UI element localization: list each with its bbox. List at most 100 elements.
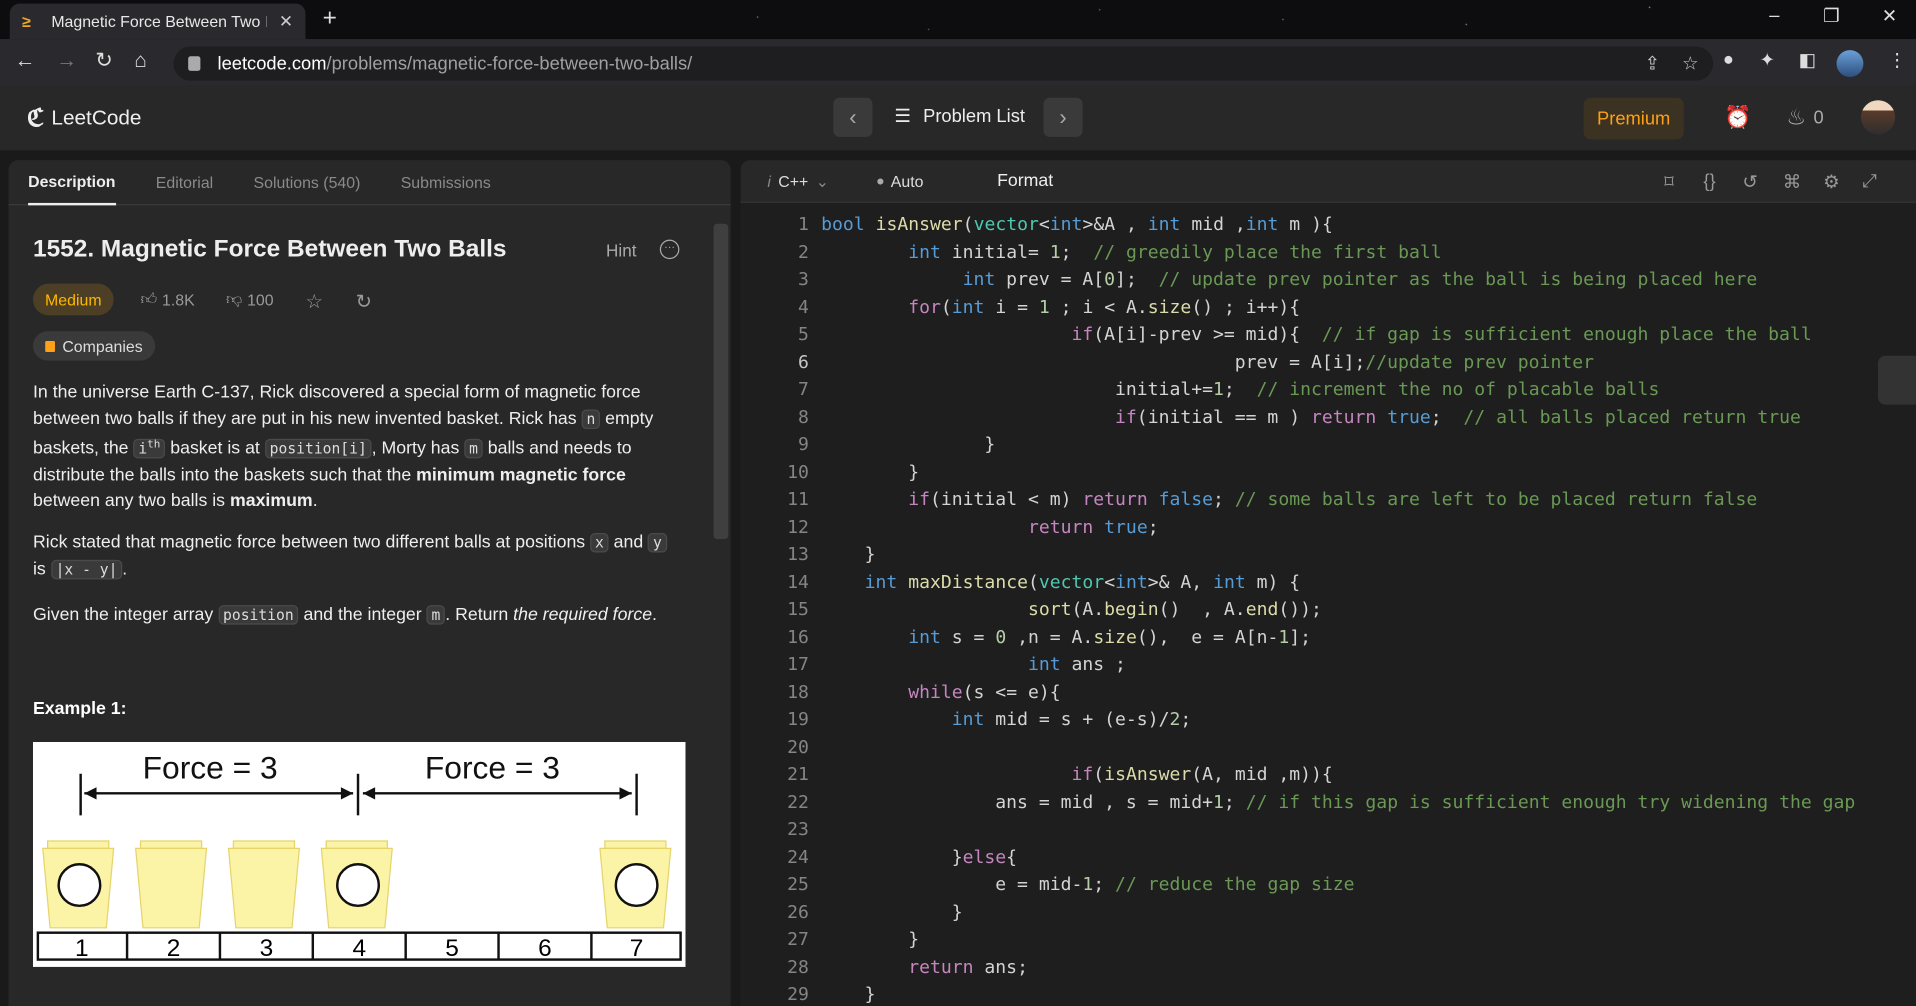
code-line[interactable]: ans = mid , s = mid+1; // if this gap is… xyxy=(821,792,1855,813)
code-line[interactable]: bool isAnswer(vector<int>&A , int mid ,i… xyxy=(821,214,1333,235)
sidepanel-icon[interactable]: ◧ xyxy=(1799,49,1816,71)
position-label: 5 xyxy=(445,935,459,962)
line-number: 29 xyxy=(787,984,809,1005)
braces-icon[interactable]: {} xyxy=(1703,171,1715,192)
lock-icon xyxy=(188,56,201,71)
premium-button[interactable]: Premium xyxy=(1583,97,1684,140)
minimize-icon[interactable]: – xyxy=(1769,5,1779,26)
puzzle-icon[interactable]: ✦ xyxy=(1760,49,1775,71)
problem-list-button[interactable]: ☰ Problem List xyxy=(894,105,1025,127)
line-number: 2 xyxy=(797,241,809,263)
tab-description[interactable]: Description xyxy=(28,160,116,205)
position-label: 7 xyxy=(630,935,644,962)
streak-counter[interactable]: ♨ 0 xyxy=(1786,105,1823,131)
user-avatar[interactable] xyxy=(1860,100,1896,135)
browser-tab[interactable]: ≥ Magnetic Force Between Two Bal ✕ xyxy=(9,3,306,40)
code-line[interactable]: for(int i = 1 ; i < A.size() ; i++){ xyxy=(821,296,1300,317)
code-line[interactable]: } xyxy=(821,544,876,565)
code-line[interactable]: int prev = A[0]; // update prev pointer … xyxy=(821,269,1758,290)
line-number: 5 xyxy=(797,323,809,345)
address-bar[interactable]: leetcode.com/problems/magnetic-force-bet… xyxy=(173,46,1714,81)
tab-submissions[interactable]: Submissions xyxy=(401,160,491,205)
code-line[interactable]: } xyxy=(821,434,995,455)
back-icon[interactable]: ← xyxy=(15,49,36,73)
hint-button[interactable]: Hint xyxy=(606,241,636,261)
reload-icon[interactable]: ↻ xyxy=(95,49,112,73)
line-number: 22 xyxy=(787,791,809,813)
description-scrollbar-thumb[interactable] xyxy=(713,223,729,540)
auto-mode-toggle[interactable]: Auto xyxy=(877,172,923,191)
favorite-star-icon[interactable]: ☆ xyxy=(305,290,323,314)
home-icon[interactable]: ⌂ xyxy=(134,49,147,73)
bookmark-icon[interactable]: ⌑ xyxy=(1664,171,1673,193)
close-tab-icon[interactable]: ✕ xyxy=(279,11,293,32)
basket-7 xyxy=(599,840,672,929)
code-line[interactable]: while(s <= e){ xyxy=(821,681,1060,702)
code-line[interactable]: } xyxy=(821,929,919,950)
bookmark-star-icon[interactable]: ☆ xyxy=(1682,53,1698,75)
forward-icon[interactable]: → xyxy=(56,49,77,73)
code-line[interactable]: prev = A[i];//update prev pointer xyxy=(821,351,1594,372)
tab-editorial[interactable]: Editorial xyxy=(156,160,213,205)
problem-list-label: Problem List xyxy=(923,105,1025,127)
prev-problem-button[interactable]: ‹ xyxy=(833,97,873,137)
line-number: 6 xyxy=(797,351,809,373)
new-tab-icon[interactable]: + xyxy=(323,5,337,33)
position-label: 1 xyxy=(75,935,89,962)
line-number: 11 xyxy=(787,488,809,510)
next-problem-button[interactable]: › xyxy=(1043,97,1083,137)
notes-side-tab[interactable] xyxy=(1878,355,1916,405)
share-link-icon[interactable]: ↻ xyxy=(356,290,372,314)
code-line[interactable]: } xyxy=(821,984,876,1005)
leetcode-logo[interactable]: ℭ LeetCode xyxy=(27,103,142,134)
basket-1 xyxy=(42,840,115,929)
basket-3 xyxy=(227,840,301,929)
tab-solutions[interactable]: Solutions (540) xyxy=(254,160,361,205)
code-line[interactable]: if(isAnswer(A, mid ,m)){ xyxy=(821,764,1332,785)
extension-icon[interactable]: ● xyxy=(1723,49,1734,70)
code-line[interactable]: int mid = s + (e-s)/2; xyxy=(821,709,1192,730)
code-line[interactable]: if(A[i]-prev >= mid){ // if gap is suffi… xyxy=(821,324,1811,345)
line-number: 8 xyxy=(797,406,809,428)
code-line[interactable]: int ans ; xyxy=(821,654,1126,675)
line-number: 27 xyxy=(787,929,809,950)
share-icon[interactable]: ⇪ xyxy=(1645,53,1660,75)
code-line[interactable]: sort(A.begin() , A.end()); xyxy=(821,599,1322,620)
expand-icon[interactable]: ⤢ xyxy=(1862,171,1877,192)
code-line[interactable]: return true; xyxy=(821,516,1159,537)
alarm-clock-icon[interactable]: ⏰ xyxy=(1724,105,1751,131)
fire-icon: ♨ xyxy=(1786,105,1807,130)
dislike-button[interactable]: 👎︎ 100 xyxy=(226,290,274,310)
code-line[interactable]: initial+=1; // increment the no of placa… xyxy=(821,379,1659,400)
line-number: 19 xyxy=(787,708,809,730)
line-number: 15 xyxy=(787,598,809,620)
lock-icon xyxy=(45,340,55,352)
streak-count: 0 xyxy=(1813,107,1824,129)
code-line[interactable]: int s = 0 ,n = A.size(), e = A[n-1]; xyxy=(821,626,1311,647)
code-line[interactable]: e = mid-1; // reduce the gap size xyxy=(821,874,1354,895)
more-options-icon[interactable]: ··· xyxy=(659,239,680,260)
code-line[interactable]: } xyxy=(821,902,963,923)
code-line[interactable]: if(initial == m ) return true; // all ba… xyxy=(821,406,1801,427)
description-panel: Description Editorial Solutions (540) Su… xyxy=(8,160,731,1006)
language-select[interactable]: i C++ ⌄ xyxy=(767,172,829,192)
like-button[interactable]: 👍︎ 1.8K xyxy=(141,290,195,310)
close-window-icon[interactable]: ✕ xyxy=(1882,5,1897,27)
code-line[interactable]: if(initial < m) return false; // some ba… xyxy=(821,489,1757,510)
reset-icon[interactable]: ↺ xyxy=(1742,171,1757,193)
code-line[interactable]: } xyxy=(821,461,919,482)
profile-avatar[interactable] xyxy=(1836,50,1864,78)
code-line[interactable]: }else{ xyxy=(821,847,1017,868)
restore-icon[interactable]: ❐ xyxy=(1823,5,1839,27)
line-number: 17 xyxy=(787,653,809,675)
companies-tag[interactable]: Companies xyxy=(32,331,155,361)
shortcut-icon[interactable]: ⌘ xyxy=(1783,171,1801,193)
line-number: 7 xyxy=(797,378,809,400)
code-line[interactable]: int initial= 1; // greedily place the fi… xyxy=(821,241,1441,262)
code-line[interactable]: int maxDistance(vector<int>& A, int m) { xyxy=(821,571,1301,592)
format-button[interactable]: Format xyxy=(997,171,1053,191)
settings-gear-icon[interactable]: ⚙ xyxy=(1823,171,1839,193)
code-line[interactable]: return ans; xyxy=(821,957,1028,978)
line-number: 24 xyxy=(787,846,809,868)
browser-menu-icon[interactable]: ⋮ xyxy=(1888,49,1906,71)
